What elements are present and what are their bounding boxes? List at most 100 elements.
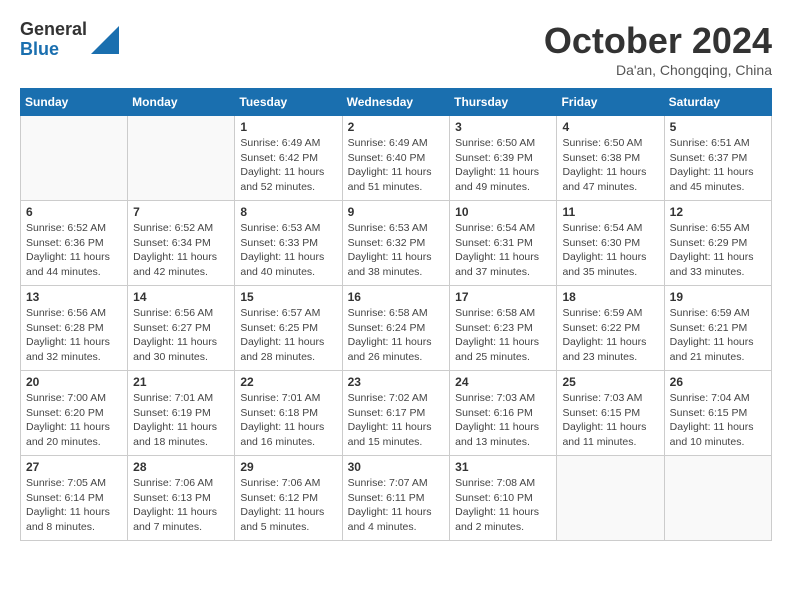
calendar-cell	[21, 116, 128, 201]
day-info: Sunrise: 6:52 AMSunset: 6:36 PMDaylight:…	[26, 221, 122, 280]
calendar-cell: 6 Sunrise: 6:52 AMSunset: 6:36 PMDaylight…	[21, 201, 128, 286]
day-number: 20	[26, 375, 122, 389]
day-number: 29	[240, 460, 336, 474]
day-info: Sunrise: 7:08 AMSunset: 6:10 PMDaylight:…	[455, 476, 551, 535]
day-header-wednesday: Wednesday	[342, 89, 450, 116]
day-number: 19	[670, 290, 766, 304]
calendar-cell: 1 Sunrise: 6:49 AMSunset: 6:42 PMDaylight…	[235, 116, 342, 201]
calendar-cell: 31 Sunrise: 7:08 AMSunset: 6:10 PMDayligh…	[450, 456, 557, 541]
day-info: Sunrise: 6:49 AMSunset: 6:42 PMDaylight:…	[240, 136, 336, 195]
day-number: 21	[133, 375, 229, 389]
logo-general: General	[20, 20, 87, 40]
day-info: Sunrise: 7:05 AMSunset: 6:14 PMDaylight:…	[26, 476, 122, 535]
calendar-cell: 2 Sunrise: 6:49 AMSunset: 6:40 PMDaylight…	[342, 116, 450, 201]
day-number: 14	[133, 290, 229, 304]
day-info: Sunrise: 6:54 AMSunset: 6:30 PMDaylight:…	[562, 221, 658, 280]
calendar-cell	[128, 116, 235, 201]
day-number: 22	[240, 375, 336, 389]
week-row-2: 6 Sunrise: 6:52 AMSunset: 6:36 PMDaylight…	[21, 201, 772, 286]
week-row-3: 13Sunrise: 6:56 AMSunset: 6:28 PMDayligh…	[21, 286, 772, 371]
day-info: Sunrise: 7:02 AMSunset: 6:17 PMDaylight:…	[348, 391, 445, 450]
day-info: Sunrise: 7:01 AMSunset: 6:19 PMDaylight:…	[133, 391, 229, 450]
calendar-cell: 30 Sunrise: 7:07 AMSunset: 6:11 PMDayligh…	[342, 456, 450, 541]
day-header-saturday: Saturday	[664, 89, 771, 116]
calendar-cell: 5Sunrise: 6:51 AMSunset: 6:37 PMDaylight…	[664, 116, 771, 201]
day-header-monday: Monday	[128, 89, 235, 116]
calendar-cell	[664, 456, 771, 541]
calendar-cell: 23 Sunrise: 7:02 AMSunset: 6:17 PMDayligh…	[342, 371, 450, 456]
calendar-cell: 7Sunrise: 6:52 AMSunset: 6:34 PMDaylight…	[128, 201, 235, 286]
logo-icon	[91, 26, 119, 54]
day-info: Sunrise: 7:03 AMSunset: 6:15 PMDaylight:…	[562, 391, 658, 450]
day-number: 30	[348, 460, 445, 474]
day-number: 31	[455, 460, 551, 474]
week-row-5: 27Sunrise: 7:05 AMSunset: 6:14 PMDayligh…	[21, 456, 772, 541]
calendar-cell: 3 Sunrise: 6:50 AMSunset: 6:39 PMDaylight…	[450, 116, 557, 201]
calendar-cell: 11 Sunrise: 6:54 AMSunset: 6:30 PMDayligh…	[557, 201, 664, 286]
day-number: 24	[455, 375, 551, 389]
day-info: Sunrise: 6:57 AMSunset: 6:25 PMDaylight:…	[240, 306, 336, 365]
calendar-cell: 27Sunrise: 7:05 AMSunset: 6:14 PMDayligh…	[21, 456, 128, 541]
day-number: 7	[133, 205, 229, 219]
week-row-4: 20 Sunrise: 7:00 AMSunset: 6:20 PMDayligh…	[21, 371, 772, 456]
day-info: Sunrise: 7:06 AMSunset: 6:12 PMDaylight:…	[240, 476, 336, 535]
day-info: Sunrise: 7:00 AMSunset: 6:20 PMDaylight:…	[26, 391, 122, 450]
calendar-cell: 29 Sunrise: 7:06 AMSunset: 6:12 PMDayligh…	[235, 456, 342, 541]
day-number: 1	[240, 120, 336, 134]
day-number: 9	[348, 205, 445, 219]
day-number: 12	[670, 205, 766, 219]
calendar-cell: 14Sunrise: 6:56 AMSunset: 6:27 PMDayligh…	[128, 286, 235, 371]
day-header-tuesday: Tuesday	[235, 89, 342, 116]
day-header-thursday: Thursday	[450, 89, 557, 116]
week-row-1: 1 Sunrise: 6:49 AMSunset: 6:42 PMDaylight…	[21, 116, 772, 201]
calendar-cell: 12 Sunrise: 6:55 AMSunset: 6:29 PMDayligh…	[664, 201, 771, 286]
day-number: 18	[562, 290, 658, 304]
day-number: 10	[455, 205, 551, 219]
day-number: 2	[348, 120, 445, 134]
day-header-friday: Friday	[557, 89, 664, 116]
day-info: Sunrise: 6:53 AMSunset: 6:32 PMDaylight:…	[348, 221, 445, 280]
day-info: Sunrise: 6:53 AMSunset: 6:33 PMDaylight:…	[240, 221, 336, 280]
calendar-cell: 25Sunrise: 7:03 AMSunset: 6:15 PMDayligh…	[557, 371, 664, 456]
calendar-cell: 28 Sunrise: 7:06 AMSunset: 6:13 PMDayligh…	[128, 456, 235, 541]
day-info: Sunrise: 6:59 AMSunset: 6:21 PMDaylight:…	[670, 306, 766, 365]
calendar-cell: 19 Sunrise: 6:59 AMSunset: 6:21 PMDayligh…	[664, 286, 771, 371]
day-number: 5	[670, 120, 766, 134]
day-number: 8	[240, 205, 336, 219]
day-info: Sunrise: 7:03 AMSunset: 6:16 PMDaylight:…	[455, 391, 551, 450]
day-number: 16	[348, 290, 445, 304]
day-info: Sunrise: 6:56 AMSunset: 6:28 PMDaylight:…	[26, 306, 122, 365]
calendar-cell: 10 Sunrise: 6:54 AMSunset: 6:31 PMDayligh…	[450, 201, 557, 286]
location: Da'an, Chongqing, China	[544, 62, 772, 78]
month-title: October 2024	[544, 20, 772, 62]
calendar-cell: 18 Sunrise: 6:59 AMSunset: 6:22 PMDayligh…	[557, 286, 664, 371]
day-info: Sunrise: 6:49 AMSunset: 6:40 PMDaylight:…	[348, 136, 445, 195]
day-number: 11	[562, 205, 658, 219]
day-info: Sunrise: 6:59 AMSunset: 6:22 PMDaylight:…	[562, 306, 658, 365]
day-number: 23	[348, 375, 445, 389]
calendar-cell: 8 Sunrise: 6:53 AMSunset: 6:33 PMDaylight…	[235, 201, 342, 286]
calendar-cell: 24 Sunrise: 7:03 AMSunset: 6:16 PMDayligh…	[450, 371, 557, 456]
day-header-sunday: Sunday	[21, 89, 128, 116]
calendar-cell: 4Sunrise: 6:50 AMSunset: 6:38 PMDaylight…	[557, 116, 664, 201]
day-info: Sunrise: 7:01 AMSunset: 6:18 PMDaylight:…	[240, 391, 336, 450]
calendar-cell: 20 Sunrise: 7:00 AMSunset: 6:20 PMDayligh…	[21, 371, 128, 456]
day-info: Sunrise: 7:06 AMSunset: 6:13 PMDaylight:…	[133, 476, 229, 535]
day-info: Sunrise: 6:54 AMSunset: 6:31 PMDaylight:…	[455, 221, 551, 280]
day-info: Sunrise: 6:50 AMSunset: 6:39 PMDaylight:…	[455, 136, 551, 195]
day-number: 4	[562, 120, 658, 134]
day-number: 28	[133, 460, 229, 474]
day-number: 6	[26, 205, 122, 219]
day-info: Sunrise: 6:55 AMSunset: 6:29 PMDaylight:…	[670, 221, 766, 280]
day-headers-row: SundayMondayTuesdayWednesdayThursdayFrid…	[21, 89, 772, 116]
day-number: 26	[670, 375, 766, 389]
day-info: Sunrise: 6:58 AMSunset: 6:23 PMDaylight:…	[455, 306, 551, 365]
page-header: General Blue October 2024 Da'an, Chongqi…	[20, 20, 772, 78]
day-info: Sunrise: 6:58 AMSunset: 6:24 PMDaylight:…	[348, 306, 445, 365]
calendar-cell: 16 Sunrise: 6:58 AMSunset: 6:24 PMDayligh…	[342, 286, 450, 371]
calendar-cell: 21 Sunrise: 7:01 AMSunset: 6:19 PMDayligh…	[128, 371, 235, 456]
calendar-cell: 13Sunrise: 6:56 AMSunset: 6:28 PMDayligh…	[21, 286, 128, 371]
day-info: Sunrise: 7:04 AMSunset: 6:15 PMDaylight:…	[670, 391, 766, 450]
day-number: 3	[455, 120, 551, 134]
day-info: Sunrise: 7:07 AMSunset: 6:11 PMDaylight:…	[348, 476, 445, 535]
